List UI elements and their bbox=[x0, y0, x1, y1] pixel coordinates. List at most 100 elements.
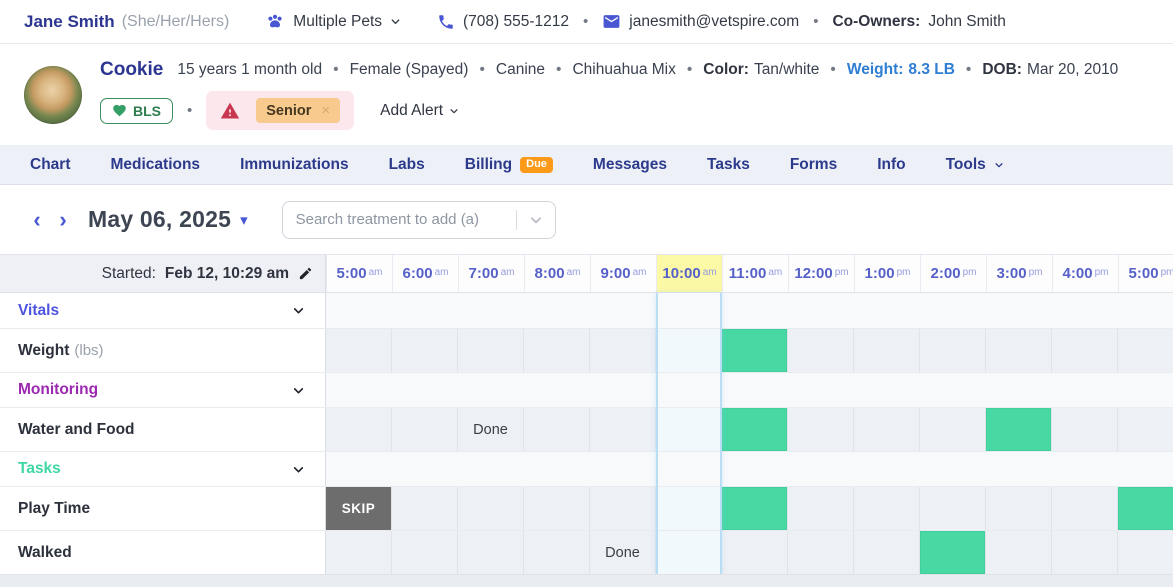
schedule-cell-play-time-100pm[interactable] bbox=[854, 487, 920, 530]
add-alert-button[interactable]: Add Alert bbox=[380, 102, 459, 120]
schedule-cell-weight-300pm[interactable] bbox=[986, 329, 1052, 372]
time-header-900am[interactable]: 9:00am bbox=[590, 255, 656, 292]
tab-tasks[interactable]: Tasks bbox=[701, 152, 756, 178]
schedule-cell-walked-500am[interactable] bbox=[326, 531, 392, 574]
schedule-cell-water-and-food-500am[interactable] bbox=[326, 408, 392, 451]
schedule-cell-weight-1000am[interactable] bbox=[656, 329, 722, 372]
schedule-cell-water-and-food-1200pm[interactable] bbox=[788, 408, 854, 451]
treatment-search-input[interactable] bbox=[283, 202, 516, 238]
search-dropdown-chevron-icon[interactable] bbox=[517, 213, 555, 227]
schedule-cell-walked-700am[interactable] bbox=[458, 531, 524, 574]
tab-tools[interactable]: Tools bbox=[940, 152, 1010, 178]
schedule-cell-weight-500am[interactable] bbox=[326, 329, 392, 372]
tab-forms[interactable]: Forms bbox=[784, 152, 843, 178]
schedule-cell-walked-900am[interactable]: Done bbox=[590, 531, 656, 574]
schedule-cell-play-time-400pm[interactable] bbox=[1052, 487, 1118, 530]
schedule-cell-play-time-500pm[interactable] bbox=[1118, 487, 1173, 530]
time-header-1100am[interactable]: 11:00am bbox=[722, 255, 788, 292]
schedule-cell-walked-1000am[interactable] bbox=[656, 531, 722, 574]
schedule-cell-water-and-food-100pm[interactable] bbox=[854, 408, 920, 451]
horizontal-scrollbar-track[interactable] bbox=[0, 574, 1173, 587]
schedule-cell-weight-600am[interactable] bbox=[392, 329, 458, 372]
schedule-cell-weight-1200pm[interactable] bbox=[788, 329, 854, 372]
schedule-cell-walked-200pm[interactable] bbox=[920, 531, 986, 574]
schedule-cell-play-time-600am[interactable] bbox=[392, 487, 458, 530]
collapse-chevron-icon[interactable] bbox=[292, 384, 305, 397]
schedule-cell-play-time-300pm[interactable] bbox=[986, 487, 1052, 530]
schedule-cell-water-and-food-600am[interactable] bbox=[392, 408, 458, 451]
schedule-cell-weight-1100am[interactable] bbox=[722, 329, 788, 372]
schedule-cell-water-and-food-900am[interactable] bbox=[590, 408, 656, 451]
schedule-cell-weight-900am[interactable] bbox=[590, 329, 656, 372]
schedule-cell-play-time-800am[interactable] bbox=[524, 487, 590, 530]
edit-pencil-icon[interactable] bbox=[298, 266, 313, 281]
co-owners-value[interactable]: John Smith bbox=[928, 13, 1006, 31]
schedule-cell-walked-100pm[interactable] bbox=[854, 531, 920, 574]
bls-badge[interactable]: BLS bbox=[100, 98, 173, 124]
schedule-cell-water-and-food-400pm[interactable] bbox=[1052, 408, 1118, 451]
collapse-chevron-icon[interactable] bbox=[292, 463, 305, 476]
schedule-cell-walked-800am[interactable] bbox=[524, 531, 590, 574]
collapse-chevron-icon[interactable] bbox=[292, 304, 305, 317]
schedule-cell-weight-100pm[interactable] bbox=[854, 329, 920, 372]
weight-label[interactable]: Weight: bbox=[847, 61, 904, 79]
current-date[interactable]: May 06, 2025 bbox=[88, 206, 231, 233]
tab-billing[interactable]: BillingDue bbox=[459, 152, 559, 178]
tab-labs[interactable]: Labs bbox=[383, 152, 431, 178]
schedule-cell-water-and-food-1100am[interactable] bbox=[722, 408, 788, 451]
schedule-cell-play-time-1200pm[interactable] bbox=[788, 487, 854, 530]
owner-phone[interactable]: (708) 555-1212 bbox=[437, 13, 569, 31]
schedule-cell-play-time-1000am[interactable] bbox=[656, 487, 722, 530]
tab-immunizations[interactable]: Immunizations bbox=[234, 152, 355, 178]
schedule-cell-walked-500pm[interactable] bbox=[1118, 531, 1173, 574]
schedule-cell-weight-800am[interactable] bbox=[524, 329, 590, 372]
close-icon[interactable]: × bbox=[321, 102, 330, 119]
weight-value[interactable]: 8.3 LB bbox=[908, 61, 955, 79]
tab-messages[interactable]: Messages bbox=[587, 152, 673, 178]
date-caret-icon[interactable]: ▾ bbox=[240, 211, 248, 229]
schedule-cell-weight-700am[interactable] bbox=[458, 329, 524, 372]
schedule-cell-water-and-food-500pm[interactable] bbox=[1118, 408, 1173, 451]
schedule-cell-play-time-700am[interactable] bbox=[458, 487, 524, 530]
patient-name[interactable]: Cookie bbox=[100, 59, 163, 81]
time-header-500pm[interactable]: 5:00pm bbox=[1118, 255, 1173, 292]
schedule-cell-walked-1100am[interactable] bbox=[722, 531, 788, 574]
schedule-cell-play-time-1100am[interactable] bbox=[722, 487, 788, 530]
schedule-cell-walked-600am[interactable] bbox=[392, 531, 458, 574]
time-header-1000am[interactable]: 10:00am bbox=[656, 255, 722, 292]
schedule-cell-play-time-200pm[interactable] bbox=[920, 487, 986, 530]
time-header-700am[interactable]: 7:00am bbox=[458, 255, 524, 292]
schedule-cell-water-and-food-300pm[interactable] bbox=[986, 408, 1052, 451]
schedule-cell-walked-400pm[interactable] bbox=[1052, 531, 1118, 574]
schedule-cell-water-and-food-700am[interactable]: Done bbox=[458, 408, 524, 451]
owner-email[interactable]: janesmith@vetspire.com bbox=[602, 12, 799, 31]
tab-medications[interactable]: Medications bbox=[104, 152, 206, 178]
time-header-600am[interactable]: 6:00am bbox=[392, 255, 458, 292]
schedule-cell-play-time-500am[interactable]: SKIP bbox=[326, 487, 392, 530]
time-header-800am[interactable]: 8:00am bbox=[524, 255, 590, 292]
schedule-cell-weight-200pm[interactable] bbox=[920, 329, 986, 372]
time-header-1200pm[interactable]: 12:00pm bbox=[788, 255, 854, 292]
tab-chart[interactable]: Chart bbox=[24, 152, 76, 178]
schedule-cell-water-and-food-200pm[interactable] bbox=[920, 408, 986, 451]
time-header-400pm[interactable]: 4:00pm bbox=[1052, 255, 1118, 292]
time-header-500am[interactable]: 5:00am bbox=[326, 255, 392, 292]
next-day-button[interactable]: › bbox=[50, 209, 76, 231]
time-header-300pm[interactable]: 3:00pm bbox=[986, 255, 1052, 292]
senior-alert-chip[interactable]: Senior × bbox=[256, 98, 340, 123]
time-header-200pm[interactable]: 2:00pm bbox=[920, 255, 986, 292]
owner-name[interactable]: Jane Smith bbox=[24, 12, 115, 32]
schedule-cell-water-and-food-1000am[interactable] bbox=[656, 408, 722, 451]
multiple-pets-dropdown[interactable]: Multiple Pets bbox=[265, 12, 401, 32]
schedule-cell-weight-500pm[interactable] bbox=[1118, 329, 1173, 372]
treatment-name: Water and Food bbox=[18, 421, 135, 439]
prev-day-button[interactable]: ‹ bbox=[24, 209, 50, 231]
schedule-cell-walked-1200pm[interactable] bbox=[788, 531, 854, 574]
schedule-cell-walked-300pm[interactable] bbox=[986, 531, 1052, 574]
schedule-cell-water-and-food-800am[interactable] bbox=[524, 408, 590, 451]
schedule-cell-weight-400pm[interactable] bbox=[1052, 329, 1118, 372]
tab-info[interactable]: Info bbox=[871, 152, 911, 178]
schedule-cell-play-time-900am[interactable] bbox=[590, 487, 656, 530]
time-header-100pm[interactable]: 1:00pm bbox=[854, 255, 920, 292]
patient-avatar[interactable] bbox=[24, 66, 82, 124]
